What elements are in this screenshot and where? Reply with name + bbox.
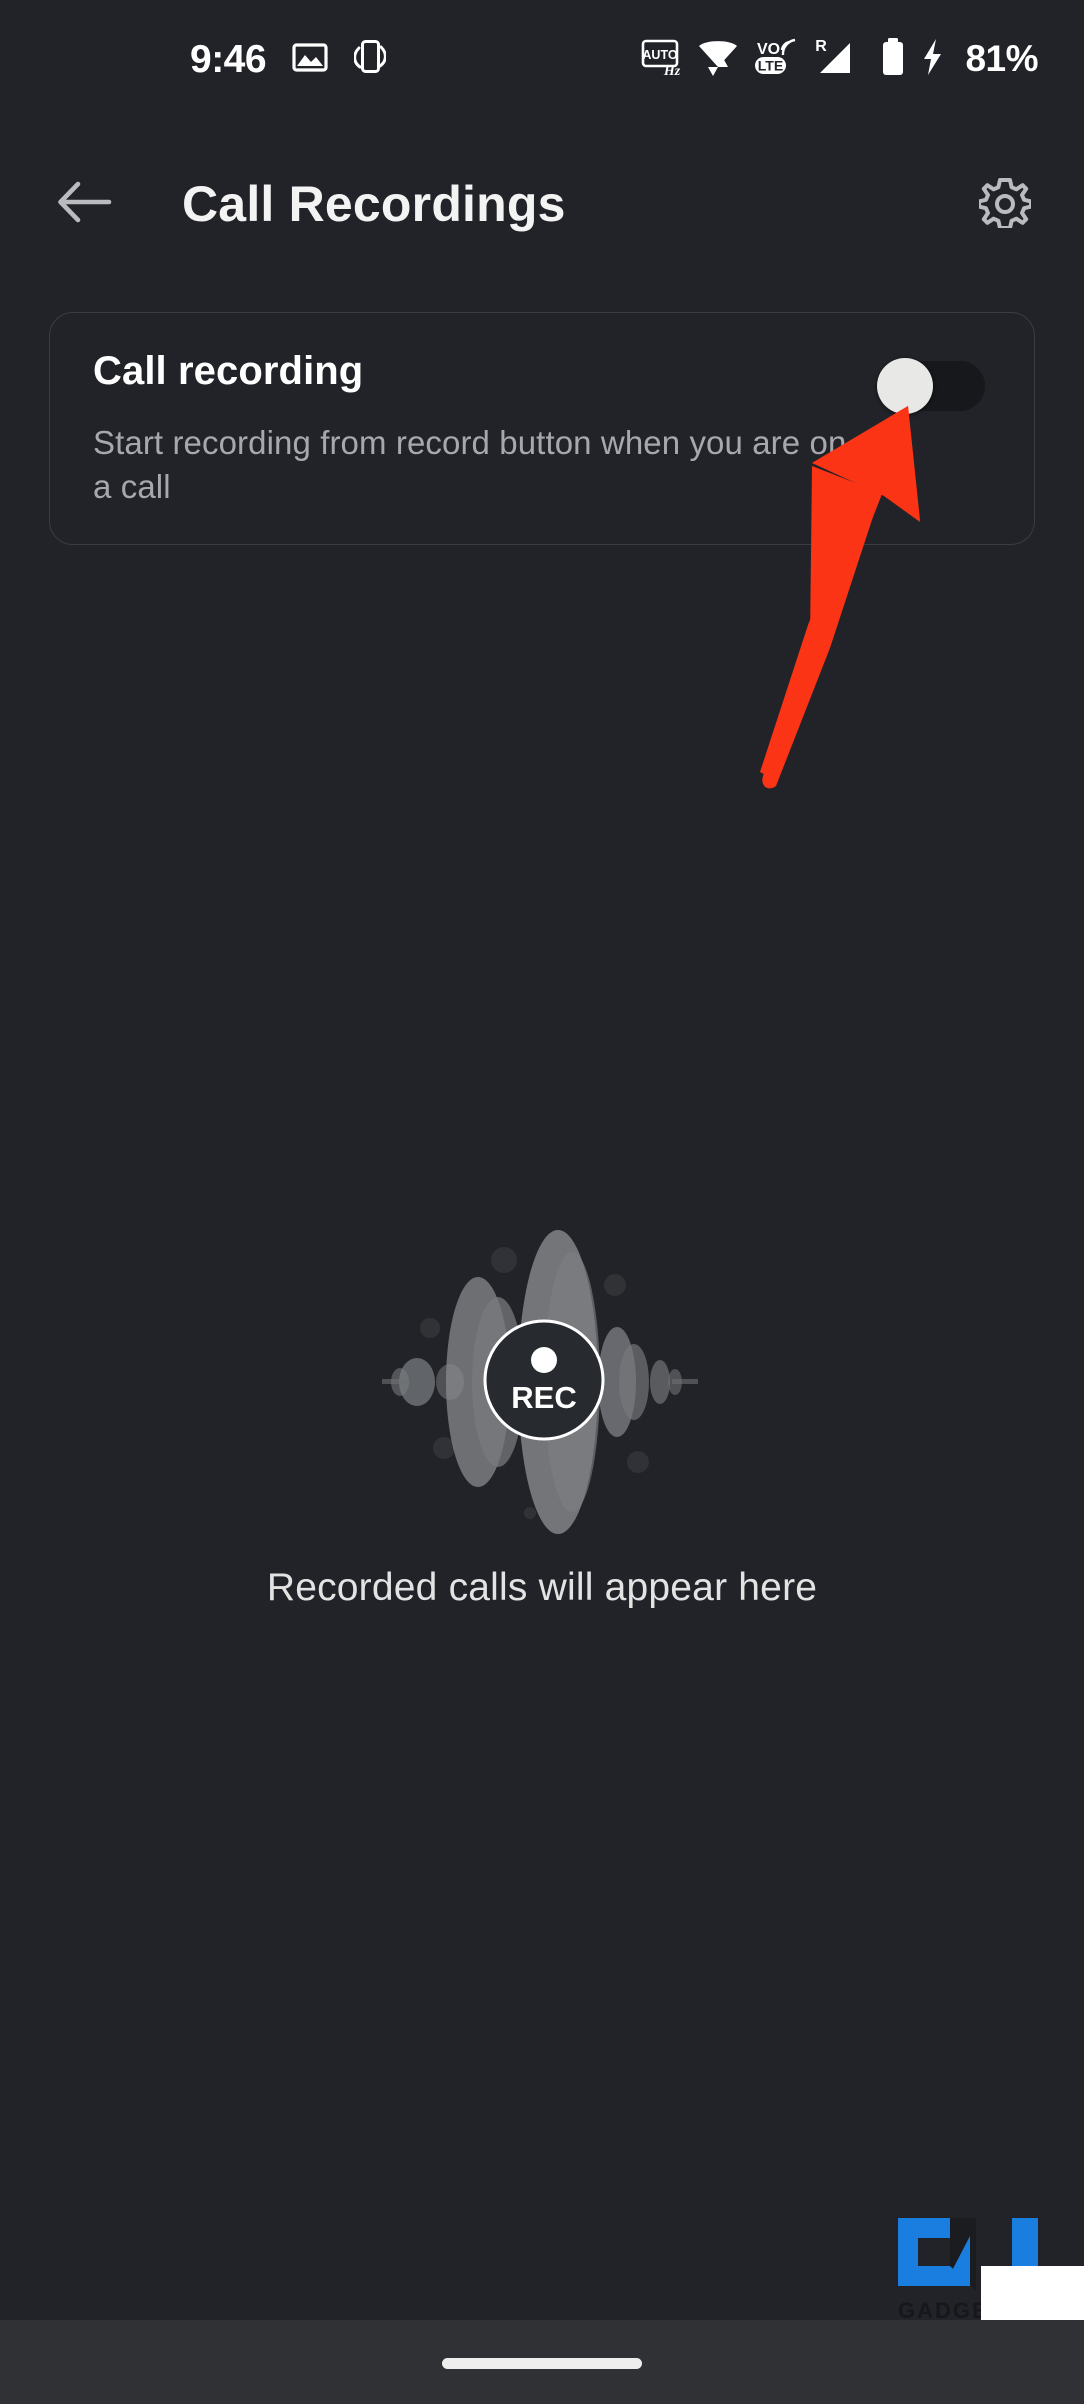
screen-rotation-icon xyxy=(353,38,387,81)
gear-icon xyxy=(977,176,1033,233)
phone-screen: 9:46 AUTO Hz VO LTE R 81% Call Recording… xyxy=(0,0,1084,2404)
status-bar-left: 9:46 xyxy=(190,37,387,81)
back-button[interactable] xyxy=(42,161,128,247)
card-description: Start recording from record button when … xyxy=(93,424,847,506)
battery-percent-label: 81% xyxy=(965,38,1038,79)
page-title: Call Recordings xyxy=(182,176,566,232)
svg-text:VO: VO xyxy=(757,41,780,58)
svg-text:R: R xyxy=(816,38,828,55)
card-text-block: Call recording Start recording from reco… xyxy=(93,351,853,509)
volte-icon: VO LTE xyxy=(753,36,799,83)
home-gesture-pill[interactable] xyxy=(442,2358,642,2369)
svg-text:Hz: Hz xyxy=(663,64,681,78)
call-recording-toggle[interactable] xyxy=(877,358,985,414)
image-icon xyxy=(292,41,328,78)
roaming-signal-icon: R xyxy=(812,35,866,84)
rec-label: REC xyxy=(511,1380,576,1415)
card-title: Call recording xyxy=(93,349,364,393)
charging-bolt-icon xyxy=(920,35,946,84)
wifi-icon xyxy=(696,36,740,83)
toggle-thumb xyxy=(877,358,933,414)
system-nav-bar xyxy=(0,2320,1084,2404)
battery-icon xyxy=(879,35,907,84)
svg-text:LTE: LTE xyxy=(758,57,783,73)
auto-hz-icon: AUTO Hz xyxy=(641,36,683,83)
empty-state: REC Recorded calls will appear here xyxy=(0,1210,1084,1610)
svg-text:AUTO: AUTO xyxy=(643,48,678,62)
status-bar-right: AUTO Hz VO LTE R 81% xyxy=(641,35,1038,84)
status-bar: 9:46 AUTO Hz VO LTE R 81% xyxy=(0,0,1084,118)
back-arrow-icon xyxy=(56,178,114,231)
settings-button[interactable] xyxy=(962,161,1048,247)
status-time: 9:46 xyxy=(190,37,267,81)
empty-state-message: Recorded calls will appear here xyxy=(266,1566,818,1609)
app-bar: Call Recordings xyxy=(0,118,1084,290)
rec-waveform-icon: REC xyxy=(372,1210,712,1540)
call-recording-card[interactable]: Call recording Start recording from reco… xyxy=(49,312,1035,545)
